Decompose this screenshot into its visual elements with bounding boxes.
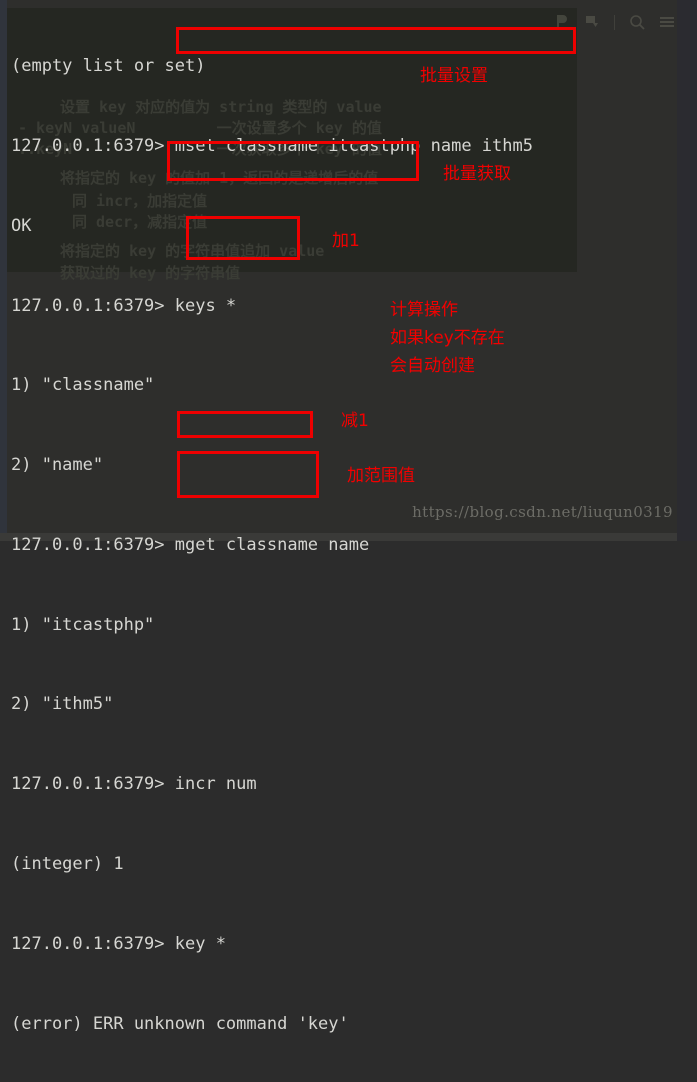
annotation-plus-one: 加1 (332, 231, 360, 251)
menu-icon[interactable] (659, 14, 675, 30)
flag-icon[interactable] (584, 14, 600, 30)
left-edge-strip (0, 0, 7, 541)
terminal-output[interactable]: (empty list or set) 127.0.0.1:6379> mset… (7, 0, 677, 1033)
terminal-line: (empty list or set) (11, 56, 206, 77)
annotation-key-missing: 如果key不存在 (390, 328, 505, 348)
toolbar-divider (614, 14, 615, 30)
terminal-line: (error) ERR unknown command 'key' (11, 1013, 349, 1034)
annotation-minus-one: 减1 (341, 411, 369, 431)
annotation-batch-get: 批量获取 (443, 164, 511, 184)
terminal-line: 127.0.0.1:6379> incr num (11, 774, 257, 795)
annotation-batch-set: 批量设置 (420, 66, 488, 86)
terminal-line: 2) "ithm5" (11, 694, 114, 715)
terminal-line: 1) "classname" (11, 375, 155, 396)
url-watermark: https://blog.csdn.net/liuqun0319 (412, 503, 673, 521)
terminal-line: 127.0.0.1:6379> key * (11, 933, 226, 954)
annotation-range-add: 加范围值 (347, 466, 415, 486)
annotation-calc-op: 计算操作 (390, 300, 458, 320)
toolbar-icons (554, 14, 675, 30)
terminal-line: 127.0.0.1:6379> mget classname name (11, 534, 370, 555)
terminal-line: 127.0.0.1:6379> keys * (11, 295, 237, 316)
right-gutter (677, 0, 697, 541)
annotation-auto-create: 会自动创建 (390, 356, 475, 376)
terminal-line: 1) "itcastphp" (11, 614, 155, 635)
search-icon[interactable] (629, 14, 645, 30)
terminal-line: (integer) 1 (11, 854, 124, 874)
terminal-line: 2) "name" (11, 455, 104, 476)
terminal-line: 127.0.0.1:6379> mset classname itcastphp… (11, 135, 533, 156)
bookmark-icon[interactable] (554, 14, 570, 30)
screenshot-root: 设置 key 对应的值为 string 类型的 value - keyN val… (0, 0, 697, 1034)
